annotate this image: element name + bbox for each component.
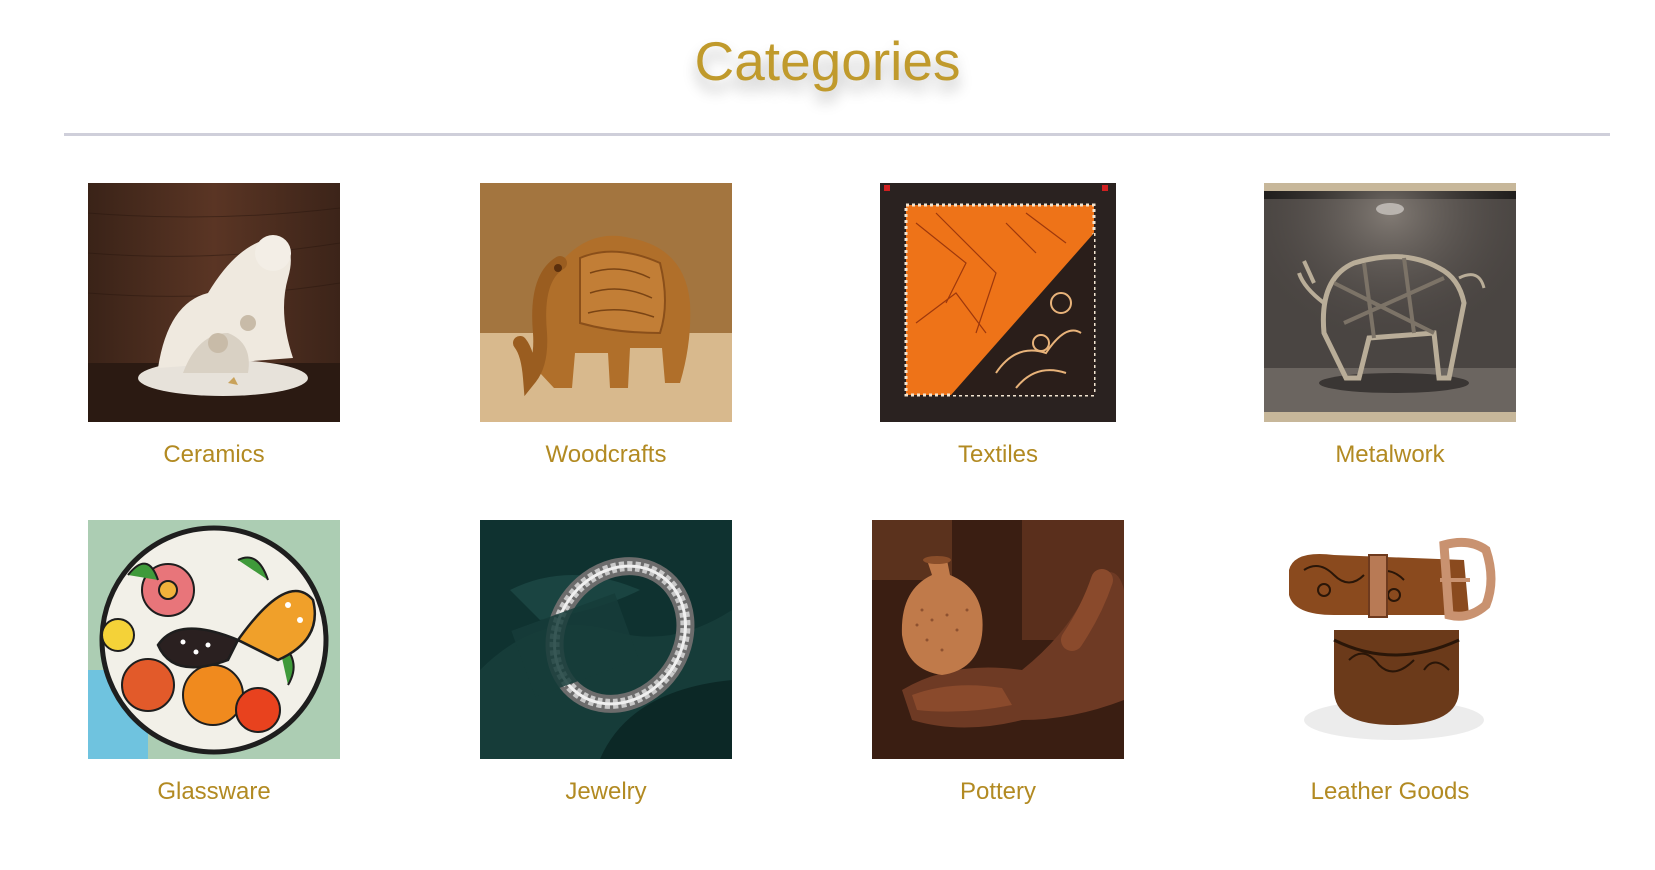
- category-label[interactable]: Glassware: [84, 777, 344, 807]
- clay-pot-hand-image[interactable]: [872, 520, 1124, 759]
- page-title: Categories: [694, 30, 961, 92]
- ceramic-tiger-figurine-image[interactable]: [88, 183, 340, 422]
- metal-bull-sculpture-image[interactable]: [1264, 183, 1516, 422]
- title-divider: [64, 133, 1610, 136]
- category-label[interactable]: Jewelry: [476, 777, 736, 807]
- tooled-leather-belt-image[interactable]: [1264, 520, 1516, 759]
- stained-glass-butterfly-image[interactable]: [88, 520, 340, 759]
- category-label[interactable]: Leather Goods: [1260, 777, 1520, 807]
- silver-bangle-image[interactable]: [480, 520, 732, 759]
- category-label[interactable]: Pottery: [868, 777, 1128, 807]
- category-label[interactable]: Metalwork: [1260, 440, 1520, 470]
- categories-page: Categories Ceramics Woodcrafts Textiles …: [0, 0, 1655, 870]
- category-label[interactable]: Woodcrafts: [476, 440, 736, 470]
- wooden-elephant-image[interactable]: [480, 183, 732, 422]
- category-label[interactable]: Textiles: [868, 440, 1128, 470]
- batik-textile-image[interactable]: [876, 183, 1120, 422]
- category-label[interactable]: Ceramics: [84, 440, 344, 470]
